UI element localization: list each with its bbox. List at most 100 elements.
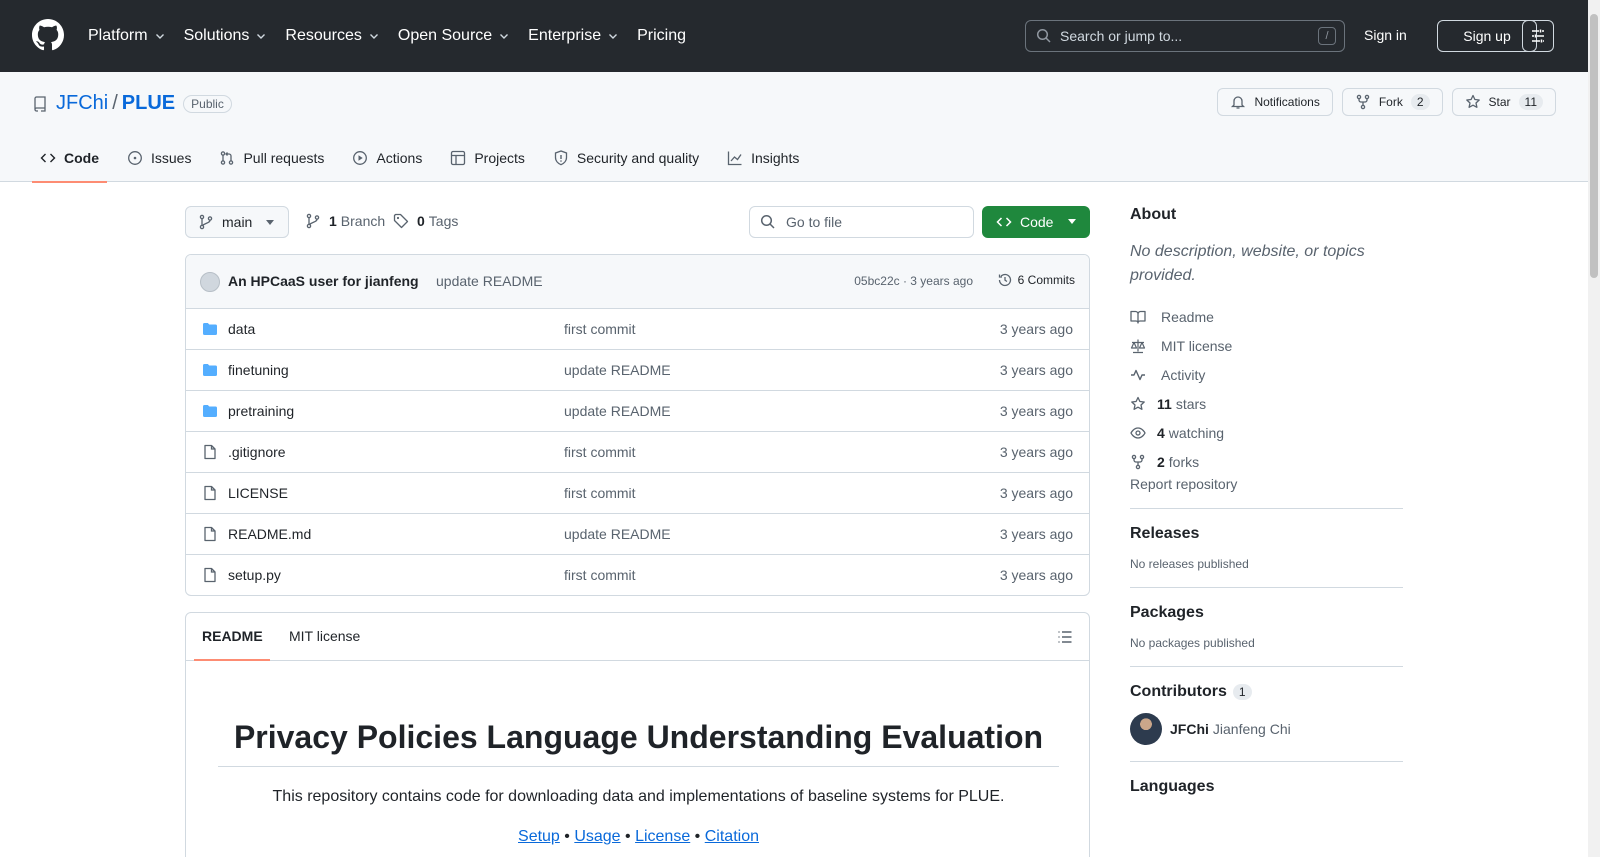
sign-in-link[interactable]: Sign in	[1364, 27, 1407, 43]
tab-projects[interactable]: Projects	[442, 134, 533, 182]
file-age: 3 years ago	[999, 444, 1073, 460]
file-row[interactable]: LICENSE first commit 3 years ago	[186, 473, 1089, 514]
repo-name-link[interactable]: PLUE	[122, 92, 175, 115]
file-name[interactable]: data	[228, 321, 255, 337]
contributor-item[interactable]: JFChi Jianfeng Chi	[1130, 713, 1403, 745]
file-commit-message[interactable]: update README	[564, 526, 671, 542]
fork-button[interactable]: Fork 2	[1341, 88, 1443, 116]
readme-link-license[interactable]: License	[635, 828, 690, 845]
file-name[interactable]: .gitignore	[228, 444, 286, 460]
scrollbar-thumb[interactable]	[1590, 14, 1598, 278]
commits-count-label: 6 Commits	[1017, 273, 1075, 287]
fork-label: Fork	[1378, 95, 1403, 109]
branch-select[interactable]: main	[185, 206, 289, 238]
contributors-heading[interactable]: Contributors 1	[1130, 683, 1403, 701]
readme-link-citation[interactable]: Citation	[705, 828, 759, 845]
stars-link[interactable]: 11 stars	[1130, 389, 1403, 418]
caret-down-icon	[266, 220, 274, 225]
tab-code[interactable]: Code	[32, 134, 107, 183]
contributor-name: Jianfeng Chi	[1212, 721, 1291, 737]
readme-link-usage[interactable]: Usage	[574, 828, 620, 845]
fork-icon	[1131, 454, 1145, 469]
contributors-section: Contributors 1 JFChi Jianfeng Chi	[1130, 666, 1403, 745]
chevron-down-icon	[609, 34, 618, 39]
file-name[interactable]: README.md	[228, 526, 311, 542]
readme-link-setup[interactable]: Setup	[518, 828, 560, 845]
forks-link[interactable]: 2 forks	[1130, 447, 1403, 476]
releases-heading[interactable]: Releases	[1130, 525, 1403, 543]
file-commit-message[interactable]: first commit	[564, 321, 636, 337]
commit-author[interactable]: An HPCaaS user for jianfeng	[228, 273, 426, 289]
chevron-down-icon	[369, 34, 378, 39]
nav-platform[interactable]: Platform	[88, 27, 166, 45]
tab-insights[interactable]: Insights	[719, 134, 807, 182]
folder-icon	[203, 405, 217, 417]
code-dropdown-button[interactable]: Code	[982, 206, 1090, 238]
commit-meta[interactable]: 05bc22c · 3 years ago	[854, 274, 973, 288]
notifications-button[interactable]: Notifications	[1217, 88, 1333, 116]
repo-actions: Notifications Fork 2 Star 11	[1208, 88, 1556, 116]
appearance-settings-button[interactable]	[1522, 20, 1554, 52]
file-commit-message[interactable]: first commit	[564, 444, 636, 460]
side-label: Activity	[1161, 366, 1206, 383]
tab-security[interactable]: Security and quality	[545, 134, 707, 182]
nav-resources[interactable]: Resources	[285, 27, 379, 45]
branch-icon	[306, 213, 320, 229]
side-label: MIT license	[1161, 337, 1233, 354]
commit-message[interactable]: update README	[436, 273, 543, 289]
repo-owner-link[interactable]: JFChi	[56, 92, 108, 115]
avatar[interactable]	[1130, 713, 1162, 745]
page-scrollbar[interactable]	[1588, 0, 1600, 857]
tab-license[interactable]: MIT license	[289, 628, 360, 644]
commit-author-avatar[interactable]	[200, 272, 220, 292]
packages-heading[interactable]: Packages	[1130, 604, 1403, 622]
watchers-link[interactable]: 4 watching	[1130, 418, 1403, 447]
branches-link[interactable]: 1 Branch	[305, 213, 385, 229]
star-button[interactable]: Star 11	[1451, 88, 1556, 116]
activity-link[interactable]: Activity	[1130, 360, 1403, 389]
global-search-input[interactable]: Search or jump to... /	[1025, 20, 1345, 52]
file-row[interactable]: finetuning update README 3 years ago	[186, 350, 1089, 391]
nav-pricing[interactable]: Pricing	[637, 27, 686, 45]
file-commit-message[interactable]: first commit	[564, 485, 636, 501]
tags-link[interactable]: 0 Tags	[393, 213, 458, 229]
nav-solutions[interactable]: Solutions	[184, 27, 268, 45]
outline-list-icon[interactable]	[1057, 629, 1073, 645]
file-commit-message[interactable]: update README	[564, 362, 671, 378]
file-row[interactable]: .gitignore first commit 3 years ago	[186, 432, 1089, 473]
tab-issues[interactable]: Issues	[119, 134, 199, 182]
star-count: 11	[1518, 94, 1543, 110]
file-row[interactable]: setup.py first commit 3 years ago	[186, 555, 1089, 595]
tab-actions[interactable]: Actions	[344, 134, 430, 182]
languages-section: Languages	[1130, 761, 1403, 796]
file-row[interactable]: pretraining update README 3 years ago	[186, 391, 1089, 432]
repository-header: JFChi / PLUE Public Notifications Fork 2…	[0, 72, 1588, 183]
commits-link[interactable]: 6 Commits	[997, 272, 1075, 288]
file-commit-message[interactable]: first commit	[564, 567, 636, 583]
about-heading: About	[1130, 206, 1177, 223]
go-to-file-input[interactable]: Go to file	[749, 206, 974, 238]
tab-readme[interactable]: README	[202, 628, 263, 644]
file-row[interactable]: README.md update README 3 years ago	[186, 514, 1089, 555]
chevron-down-icon	[500, 34, 509, 39]
file-name[interactable]: LICENSE	[228, 485, 288, 501]
file-row[interactable]: data first commit 3 years ago	[186, 309, 1089, 350]
license-link[interactable]: MIT license	[1130, 331, 1403, 360]
file-age: 3 years ago	[999, 362, 1073, 378]
file-name[interactable]: finetuning	[228, 362, 289, 378]
tab-pull-requests[interactable]: Pull requests	[211, 134, 332, 182]
nav-open-source-label: Open Source	[397, 27, 493, 44]
file-name[interactable]: setup.py	[228, 567, 281, 583]
releases-section: Releases No releases published	[1130, 508, 1403, 571]
nav-open-source[interactable]: Open Source	[398, 27, 510, 45]
file-commit-message[interactable]: update README	[564, 403, 671, 419]
report-repository-link[interactable]: Report repository	[1130, 476, 1237, 492]
readme-tabs: README MIT license	[186, 613, 1089, 661]
side-label: watching	[1168, 424, 1225, 441]
github-logo-icon[interactable]	[32, 19, 64, 51]
contributor-login[interactable]: JFChi	[1170, 721, 1209, 737]
file-name[interactable]: pretraining	[228, 403, 294, 419]
nav-enterprise[interactable]: Enterprise	[528, 27, 619, 45]
side-label: stars	[1175, 395, 1207, 412]
readme-link[interactable]: Readme	[1130, 302, 1403, 331]
